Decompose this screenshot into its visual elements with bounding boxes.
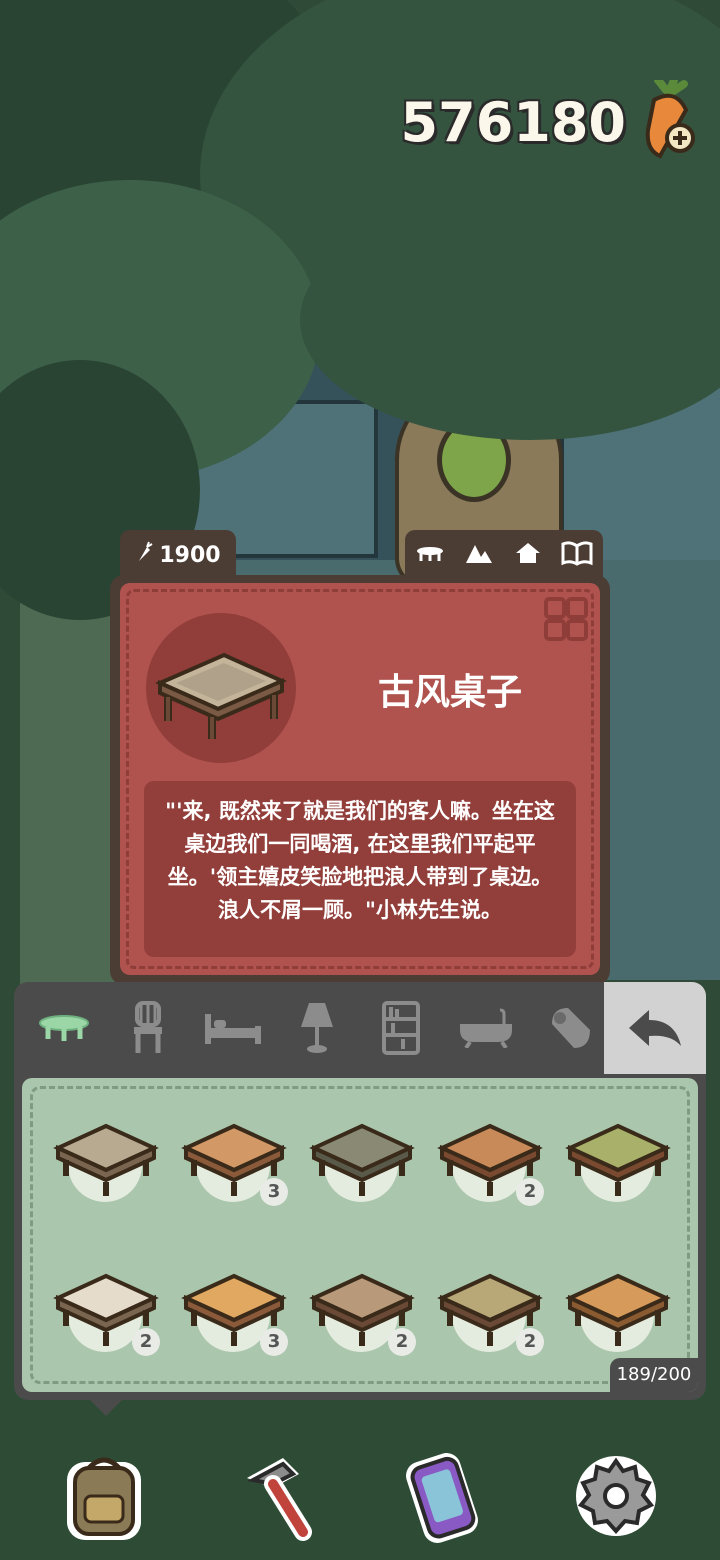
inventory-slot-plank-table[interactable]: 3 [178,1098,288,1208]
panel-pointer [88,1398,124,1416]
inventory-slot-folding-table[interactable]: 3 [178,1248,288,1358]
item-preview [146,613,296,763]
tab-chair[interactable] [118,998,178,1058]
bathtub-icon [459,1008,512,1048]
tab-table[interactable] [34,998,94,1058]
ancient-table-icon [155,652,287,739]
phone-button[interactable] [396,1446,496,1546]
currency-amount: 576180 [400,90,626,154]
settings-button[interactable] [566,1446,666,1546]
item-count-badge: 2 [132,1328,160,1356]
inventory-slot-wooden-block-table[interactable]: 2 [434,1098,544,1208]
house-icon [514,541,542,569]
inventory-slot-green-top-table[interactable] [562,1098,672,1208]
carrot-plus-icon[interactable] [636,76,700,164]
bed-icon [204,1014,261,1044]
chair-icon [134,1001,163,1053]
furniture-tabs [14,982,612,1074]
item-detail-body: 古风桌子 "'来, 既然来了就是我们的客人嘛。坐在这桌边我们一同喝酒, 在这里我… [120,583,600,975]
item-count-badge: 3 [260,1178,288,1206]
item-description: "'来, 既然来了就是我们的客人嘛。坐在这桌边我们一同喝酒, 在这里我们平起平坐… [165,799,555,922]
inventory-slot-log-table[interactable] [562,1248,672,1358]
rug-icon [551,1008,590,1048]
tab-bathtub[interactable] [456,998,516,1058]
table-icon [415,541,445,569]
item-price: 1900 [159,542,221,568]
price-tab: 1900 [120,530,236,580]
phone-icon [406,1453,478,1543]
item-count-badge: 2 [388,1328,416,1356]
bottom-toolbar [0,1440,720,1560]
table-icon [39,1015,90,1041]
item-count-badge: 2 [516,1328,544,1356]
item-count-badge: 3 [260,1328,288,1356]
build-button[interactable] [228,1446,328,1546]
tab-lamp[interactable] [287,998,347,1058]
back-button[interactable] [604,982,706,1074]
stone-table-icon [53,1123,159,1196]
inventory-slot-glass-top-table[interactable]: 2 [434,1248,544,1358]
hammer-icon [247,1458,312,1541]
item-count-badge: 2 [516,1178,544,1206]
book-icon [561,540,593,570]
green-top-table-icon [565,1123,671,1196]
inventory-slot-stone-table[interactable] [50,1098,160,1208]
carrot-icon [135,541,153,569]
item-detail-card: 古风桌子 "'来, 既然来了就是我们的客人嘛。坐在这桌边我们一同喝酒, 在这里我… [110,575,610,985]
currency-display[interactable]: 576180 [400,76,700,164]
gear-icon [576,1456,656,1536]
inventory-grid: 3 2 2 3 2 2 189/200 [22,1078,698,1392]
tab-shelf[interactable] [371,998,431,1058]
item-description-box: "'来, 既然来了就是我们的客人嘛。坐在这桌边我们一同喝酒, 在这里我们平起平坐… [144,781,576,957]
inventory-slot-mossy-table[interactable] [306,1098,416,1208]
item-name: 古风桌子 [377,672,522,713]
item-category-tab [405,530,603,580]
inventory-slot-ancient-style-table[interactable]: 2 [306,1248,416,1358]
back-arrow-icon [629,1010,681,1046]
inventory-capacity: 189/200 [610,1358,698,1392]
grid-view-icon[interactable] [544,597,588,641]
furniture-panel: 3 2 2 3 2 2 189/200 [14,982,706,1400]
shelf-icon [382,1001,421,1055]
mountain-icon [464,541,494,569]
log-table-icon [565,1273,671,1346]
lamp-icon [300,1003,333,1053]
mossy-table-icon [309,1123,415,1196]
tab-rug[interactable] [540,998,600,1058]
inventory-slot-marble-table[interactable]: 2 [50,1248,160,1358]
backpack-button[interactable] [54,1446,154,1546]
backpack-icon [67,1457,141,1540]
tab-bed[interactable] [203,998,263,1058]
